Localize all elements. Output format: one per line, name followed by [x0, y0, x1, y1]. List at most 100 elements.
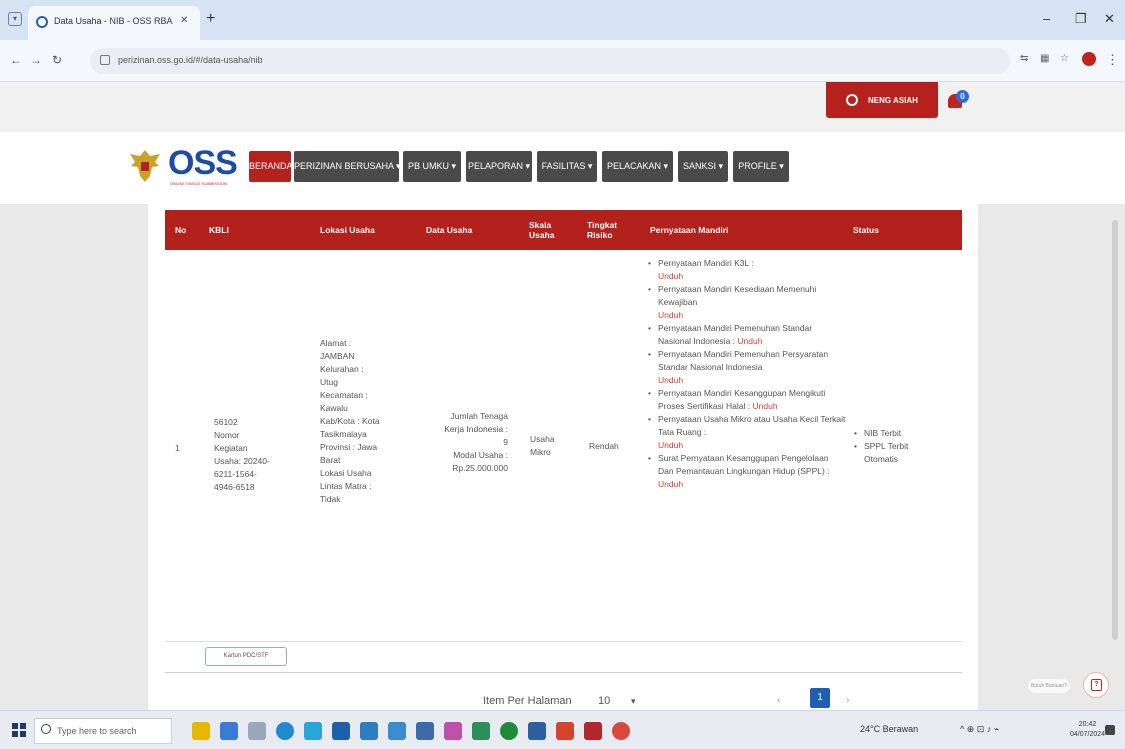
- lokasi-line: Lintas Matra :: [320, 481, 372, 491]
- user-menu-button[interactable]: NENG ASIAH: [826, 82, 938, 118]
- minimize-icon[interactable]: –: [1043, 11, 1050, 26]
- store-icon[interactable]: [304, 722, 322, 740]
- camera-icon[interactable]: [416, 722, 434, 740]
- items-per-page-select[interactable]: 10: [598, 695, 610, 707]
- oss-favicon-icon: [36, 16, 48, 28]
- whatsapp-icon[interactable]: [472, 722, 490, 740]
- lokasi-line: Utug: [320, 377, 338, 387]
- unduh-link[interactable]: Unduh: [753, 401, 778, 411]
- address-bar: ← → ↻ perizinan.oss.go.id/#/data-usaha/n…: [0, 40, 1125, 82]
- search-icon: [41, 724, 51, 734]
- nav-sanksi[interactable]: SANKSI ▾: [678, 151, 728, 182]
- pdf-card-button[interactable]: Kartun PDC/STF: [205, 647, 287, 666]
- row-status: NIB Terbit SPPL Terbit Otomatis: [852, 427, 917, 466]
- acrobat-icon[interactable]: [584, 722, 602, 740]
- table-bottom-border: [165, 672, 962, 673]
- office-icon[interactable]: [556, 722, 574, 740]
- browser-tab[interactable]: Data Usaha - NIB - OSS RBA ✕: [28, 6, 200, 40]
- taskbar-search[interactable]: Type here to search: [34, 718, 172, 744]
- header-tingkat: Tingkat Risiko: [587, 219, 618, 240]
- reload-icon[interactable]: ↻: [52, 53, 62, 67]
- header-status: Status: [853, 224, 879, 235]
- taskbar-clock[interactable]: 20:42 04/07/2024: [1070, 720, 1105, 740]
- restore-icon[interactable]: ❐: [1075, 11, 1087, 27]
- row-divider: [165, 641, 962, 642]
- unduh-link[interactable]: Unduh: [658, 440, 683, 450]
- weather-widget[interactable]: 24°C Berawan: [860, 724, 918, 734]
- header-no: No: [175, 224, 187, 235]
- photos-icon[interactable]: [360, 722, 378, 740]
- close-tab-icon[interactable]: ✕: [180, 15, 188, 26]
- instagram-icon[interactable]: [444, 722, 462, 740]
- url-field[interactable]: perizinan.oss.go.id/#/data-usaha/nib: [90, 48, 1010, 74]
- browser-menu-icon[interactable]: ⋮: [1106, 52, 1119, 68]
- lokasi-line: JAMBAN: [320, 351, 355, 361]
- header-lokasi: Lokasi Usaha: [320, 224, 375, 235]
- status-item: NIB Terbit: [852, 427, 917, 440]
- unduh-link[interactable]: Unduh: [658, 271, 683, 281]
- unduh-link[interactable]: Unduh: [658, 310, 683, 320]
- unduh-link[interactable]: Unduh: [658, 479, 683, 489]
- forward-icon[interactable]: →: [30, 53, 42, 67]
- taskbar-date: 04/07/2024: [1070, 731, 1106, 738]
- header-data-usaha: Data Usaha: [426, 224, 473, 235]
- pernyataan-item: Pernyataan Mandiri Kesanggupan Mengikuti…: [646, 387, 846, 413]
- new-tab-icon[interactable]: +: [206, 10, 215, 28]
- notification-center-icon[interactable]: [1105, 725, 1115, 735]
- oss-logo[interactable]: OSS: [168, 144, 238, 183]
- tab-actions-icon[interactable]: ▾: [8, 12, 22, 26]
- edge-icon[interactable]: [276, 722, 294, 740]
- data-usaha-line: Jumlah Tenaga: [450, 411, 509, 421]
- header-skala: Skala Usaha: [529, 219, 555, 240]
- spotify-icon[interactable]: [500, 722, 518, 740]
- system-tray-icons[interactable]: ^ ⊕ ⊡ ♪ ⌁: [960, 724, 999, 735]
- nav-pelaporan[interactable]: PELAPORAN ▾: [466, 151, 532, 182]
- back-icon[interactable]: ←: [10, 53, 22, 67]
- next-page-button[interactable]: ›: [846, 695, 849, 706]
- translate-icon[interactable]: ⇆: [1020, 53, 1028, 64]
- kbli-code[interactable]: 56102: [214, 416, 274, 429]
- pernyataan-item: Pernyataan Mandiri Pemenuhan Persyaratan…: [646, 348, 846, 387]
- header-pernyataan: Pernyataan Mandiri: [650, 224, 729, 235]
- nav-profile[interactable]: PROFILE ▾: [733, 151, 789, 182]
- page-scrollbar[interactable]: [1112, 220, 1118, 640]
- widgets-icon[interactable]: [248, 722, 266, 740]
- word-icon[interactable]: [528, 722, 546, 740]
- lokasi-line: Barat: [320, 455, 341, 465]
- prev-page-button[interactable]: ‹: [777, 695, 780, 706]
- nav-perizinan-berusaha[interactable]: PERIZINAN BERUSAHA ▾: [294, 151, 401, 182]
- row-lokasi: Alamat : JAMBAN Kelurahan : Utug Kecamat…: [320, 337, 390, 506]
- taskview-icon[interactable]: [220, 722, 238, 740]
- bookmark-star-icon[interactable]: ☆: [1060, 53, 1069, 64]
- notification-bell-icon[interactable]: 0: [948, 90, 970, 112]
- site-info-icon[interactable]: [100, 55, 110, 65]
- table-header: No KBLI Lokasi Usaha Data Usaha Skala Us…: [165, 210, 962, 250]
- chrome-icon[interactable]: [612, 722, 630, 740]
- page-1-button[interactable]: 1: [810, 688, 830, 708]
- extensions-icon[interactable]: ▦: [1040, 53, 1049, 64]
- app-icon[interactable]: [388, 722, 406, 740]
- data-usaha-line: Rp.25.000.000: [452, 463, 508, 473]
- oss-logo-subtitle: ONLINE SINGLE SUBMISSION: [170, 181, 227, 186]
- nav-pelacakan[interactable]: PELACAKAN ▾: [602, 151, 673, 182]
- windows-start-icon[interactable]: [12, 723, 26, 737]
- browser-tab-bar: ▾ Data Usaha - NIB - OSS RBA ✕ + – ❐ ✕: [0, 0, 1125, 40]
- chevron-down-icon[interactable]: ▾: [631, 696, 636, 707]
- file-explorer-icon[interactable]: [192, 722, 210, 740]
- help-button[interactable]: ?: [1083, 672, 1109, 698]
- taskbar-search-placeholder: Type here to search: [57, 726, 137, 736]
- header-kbli: KBLI: [209, 224, 229, 235]
- profile-avatar-icon[interactable]: [1082, 52, 1096, 66]
- nav-beranda[interactable]: BERANDA: [249, 151, 293, 182]
- lokasi-line: Tidak: [320, 494, 341, 504]
- close-window-icon[interactable]: ✕: [1104, 11, 1115, 27]
- nav-pb-umku[interactable]: PB UMKU ▾: [403, 151, 461, 182]
- unduh-link[interactable]: Unduh: [658, 375, 683, 385]
- row-kbli: 56102 Nomor Kegiatan Usaha: 20240-6211-1…: [214, 416, 274, 494]
- mail-icon[interactable]: [332, 722, 350, 740]
- pernyataan-item: Surat Pernyataan Kesanggupan Pengelolaan…: [646, 452, 846, 491]
- nav-fasilitas[interactable]: FASILITAS ▾: [537, 151, 597, 182]
- help-tooltip: Butuh Bantuan?: [1028, 679, 1070, 693]
- lokasi-line: Kecamatan :: [320, 390, 368, 400]
- unduh-link[interactable]: Unduh: [737, 336, 762, 346]
